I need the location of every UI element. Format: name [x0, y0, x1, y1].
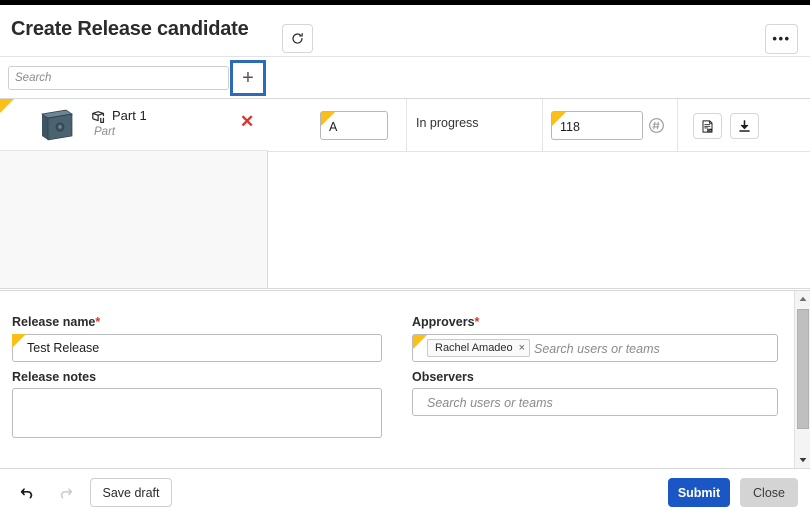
search-input[interactable]: [8, 66, 229, 90]
approvers-field[interactable]: Rachel Amadeo × Search users or teams: [412, 334, 778, 362]
approvers-placeholder: Search users or teams: [534, 342, 660, 356]
undo-button[interactable]: [12, 479, 42, 506]
dialog-header: Create Release candidate •••: [0, 5, 810, 57]
scrollbar-up-button[interactable]: [795, 291, 810, 307]
release-name-label-text: Release name: [12, 315, 96, 329]
redo-button[interactable]: [50, 479, 80, 506]
release-name-field-wrapper: [12, 334, 382, 362]
part-number-field[interactable]: 118: [551, 111, 643, 140]
dialog-footer: Save draft Submit Close: [0, 468, 810, 514]
revision-field[interactable]: A: [320, 111, 388, 140]
form-scrollbar[interactable]: [794, 291, 810, 468]
submit-button[interactable]: Submit: [668, 478, 730, 507]
approver-chip-remove-button[interactable]: ×: [519, 342, 525, 354]
required-marker: *: [95, 315, 101, 329]
chevron-down-icon: [799, 458, 807, 463]
modified-flag-icon: [413, 335, 427, 349]
remove-item-button[interactable]: ✕: [240, 113, 254, 130]
chevron-up-icon: [799, 296, 807, 301]
plus-icon: +: [242, 67, 254, 89]
add-item-button[interactable]: +: [230, 60, 266, 96]
download-icon: [739, 119, 750, 132]
observers-placeholder: Search users or teams: [427, 396, 553, 410]
part-3d-thumbnail: [41, 109, 73, 141]
hash-circle-icon: [649, 118, 664, 133]
circular-rotate-icon: [292, 32, 303, 44]
release-name-input[interactable]: [12, 334, 382, 362]
approver-chip-label: Rachel Amadeo: [435, 342, 513, 354]
scrollbar-thumb[interactable]: [797, 309, 809, 429]
search-field-wrapper: [8, 66, 229, 90]
redo-arrow-icon: [60, 488, 72, 499]
approvers-label-text: Approvers: [412, 315, 475, 329]
cell-divider: [542, 99, 543, 151]
observers-field[interactable]: Search users or teams: [412, 388, 778, 416]
release-notes-label: Release notes: [12, 370, 97, 384]
release-notes-textarea[interactable]: [12, 388, 382, 438]
list-item[interactable]: Part 1 Part ✕: [0, 99, 268, 151]
release-name-label: Release name*: [12, 315, 100, 329]
item-list-panel: Part 1 Part ✕: [0, 99, 268, 289]
modified-flag-icon: [12, 334, 26, 348]
close-button[interactable]: Close: [740, 478, 798, 507]
modified-flag-icon: [0, 99, 14, 113]
release-form: Release name* Release notes Approvers* R…: [0, 290, 810, 468]
part-number-row-generate-button[interactable]: [647, 116, 666, 140]
ellipsis-icon: •••: [772, 31, 791, 46]
svg-text:On: On: [708, 128, 712, 132]
state-value: In progress: [416, 116, 479, 130]
table-body: A In progress 118 On: [268, 99, 810, 289]
observers-label: Observers: [412, 370, 474, 384]
page-title: Create Release candidate: [11, 18, 249, 40]
download-button[interactable]: [730, 113, 759, 139]
approver-chip[interactable]: Rachel Amadeo ×: [427, 339, 531, 357]
document-report-icon: On: [702, 119, 713, 133]
revision-value: A: [329, 120, 338, 134]
row-divider: [268, 151, 810, 152]
part-number-value: 118: [560, 120, 580, 134]
scrollbar-down-button[interactable]: [795, 452, 810, 468]
part-icon: [92, 111, 105, 123]
undo-arrow-icon: [20, 488, 32, 499]
report-button[interactable]: On: [693, 113, 722, 139]
cell-divider: [677, 99, 678, 151]
item-title: Part 1: [112, 108, 147, 123]
table-header-row: Revision State Part number: [0, 57, 810, 156]
save-draft-button[interactable]: Save draft: [90, 478, 172, 507]
approvers-label: Approvers*: [412, 315, 479, 329]
create-release-candidate-dialog: Create Release candidate ••• Revision St…: [0, 0, 810, 514]
cell-divider: [406, 99, 407, 151]
item-subtype: Part: [94, 126, 116, 138]
required-marker: *: [474, 315, 480, 329]
refresh-icon-button[interactable]: [282, 24, 313, 53]
more-options-button[interactable]: •••: [765, 24, 798, 54]
